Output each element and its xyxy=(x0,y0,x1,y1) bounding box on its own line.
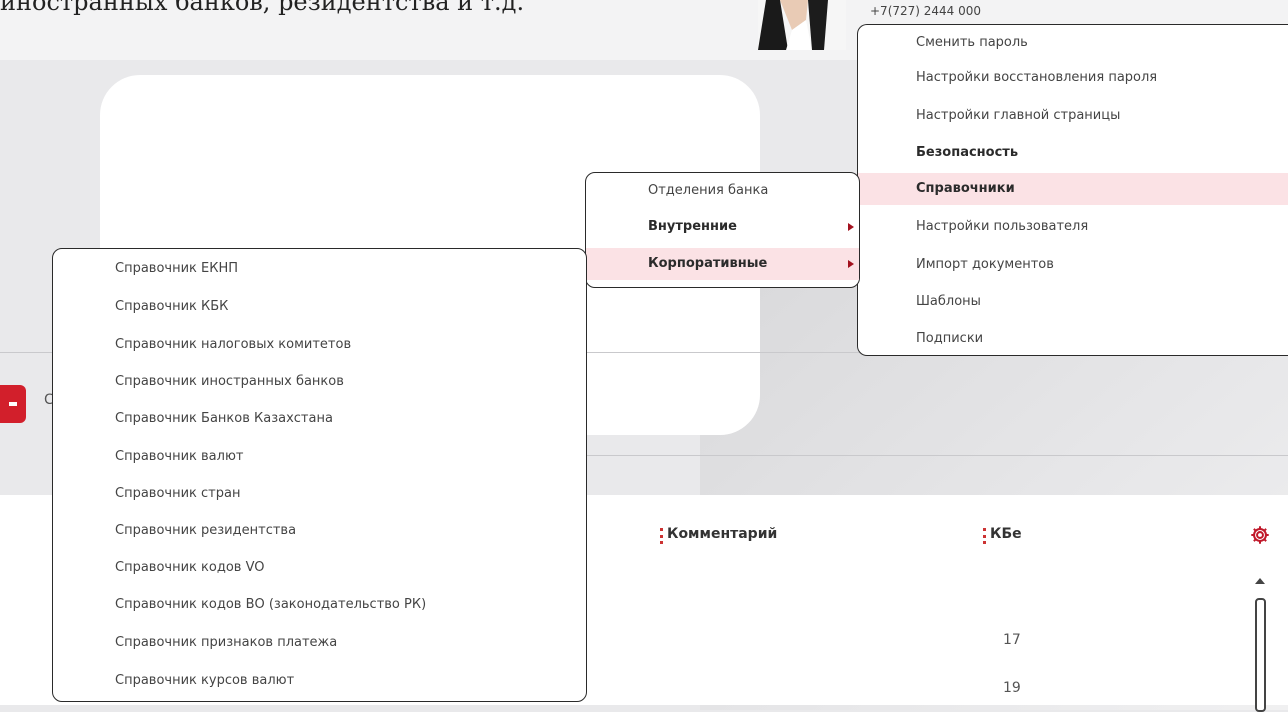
plus-icon xyxy=(9,402,17,406)
directory-item[interactable]: Справочник иностранных банков xyxy=(53,366,586,398)
submenu-item-label: Отделения банка xyxy=(648,183,769,198)
create-button[interactable] xyxy=(0,385,26,423)
menu-item-directories[interactable]: Справочники xyxy=(858,173,1288,205)
submenu-item-label: Корпоративные xyxy=(648,256,768,271)
menu-item-label: Сменить пароль xyxy=(916,35,1028,50)
menu-item-label: Настройки пользователя xyxy=(916,219,1089,234)
gear-icon[interactable] xyxy=(1249,524,1271,546)
directory-item[interactable]: Справочник налоговых комитетов xyxy=(53,329,586,361)
directory-item[interactable]: Справочник резидентства xyxy=(53,515,586,547)
directory-item-label: Справочник ЕКНП xyxy=(115,261,239,276)
menu-item-security[interactable]: Безопасность xyxy=(858,137,1288,169)
submenu-item-corporate[interactable]: Корпоративные xyxy=(586,248,859,280)
directory-item[interactable]: Справочник стран xyxy=(53,478,586,510)
menu-item-label: Подписки xyxy=(916,331,984,346)
directory-item[interactable]: Справочник кодов ВО (законодательство РК… xyxy=(53,589,586,621)
directory-item-label: Справочник кодов ВО (законодательство РК… xyxy=(115,597,427,612)
directory-item[interactable]: Справочник КБК xyxy=(53,291,586,323)
directory-item-label: Справочник стран xyxy=(115,486,241,501)
user-menu: Сменить пароль Настройки восстановления … xyxy=(857,24,1288,356)
menu-item-templates[interactable]: Шаблоны xyxy=(858,286,1288,318)
directory-item-label: Справочник налоговых комитетов xyxy=(115,337,352,352)
directory-item-label: Справочник КБК xyxy=(115,299,229,314)
table-cell-kbe: 17 xyxy=(1003,632,1021,648)
directory-item-label: Справочник кодов VO xyxy=(115,560,265,575)
directories-submenu: Отделения банка Внутренние Корпоративные xyxy=(585,172,860,288)
menu-item-label: Справочники xyxy=(916,181,1015,196)
directory-item[interactable]: Справочник кодов VO xyxy=(53,552,586,584)
corporate-directories-submenu: Справочник ЕКНП Справочник КБК Справочни… xyxy=(52,248,587,702)
directory-item-label: Справочник валют xyxy=(115,449,244,464)
menu-item-user-settings[interactable]: Настройки пользователя xyxy=(858,211,1288,243)
menu-item-subscriptions[interactable]: Подписки xyxy=(858,323,1288,355)
menu-item-import-documents[interactable]: Импорт документов xyxy=(858,249,1288,281)
submenu-item-internal[interactable]: Внутренние xyxy=(586,211,859,243)
directory-item-label: Справочник иностранных банков xyxy=(115,374,344,389)
menu-item-home-settings[interactable]: Настройки главной страницы xyxy=(858,100,1288,132)
menu-item-label: Шаблоны xyxy=(916,294,981,309)
column-resize-handle[interactable] xyxy=(660,528,666,544)
scroll-up-icon[interactable] xyxy=(1255,578,1265,584)
column-header-comment[interactable]: Комментарий xyxy=(667,526,777,542)
directory-item-label: Справочник признаков платежа xyxy=(115,635,338,650)
menu-item-label: Импорт документов xyxy=(916,257,1054,272)
menu-item-change-password[interactable]: Сменить пароль xyxy=(858,27,1288,59)
directory-item-label: Справочник Банков Казахстана xyxy=(115,411,333,426)
menu-item-label: Безопасность xyxy=(916,145,1019,160)
divider xyxy=(585,455,1288,456)
chevron-right-icon xyxy=(848,223,854,231)
directory-item[interactable]: Справочник валют xyxy=(53,441,586,473)
scrollbar-thumb[interactable] xyxy=(1255,598,1266,712)
avatar[interactable] xyxy=(758,0,846,50)
column-resize-handle[interactable] xyxy=(983,528,989,544)
directory-item[interactable]: Справочник Банков Казахстана xyxy=(53,403,586,435)
menu-item-password-recovery[interactable]: Настройки восстановления пароля xyxy=(858,62,1288,94)
column-header-kbe[interactable]: КБе xyxy=(990,526,1022,542)
directory-item[interactable]: Справочник признаков платежа xyxy=(53,627,586,659)
directory-item-label: Справочник курсов валют xyxy=(115,673,295,688)
submenu-item-bank-branches[interactable]: Отделения банка xyxy=(586,175,859,207)
page-description: иностранных банков, резидентства и т.д. xyxy=(0,0,525,16)
submenu-item-label: Внутренние xyxy=(648,219,737,234)
header-phone: +7(727) 2444 000 xyxy=(870,4,982,18)
chevron-right-icon xyxy=(848,260,854,268)
directory-item-label: Справочник резидентства xyxy=(115,523,297,538)
menu-item-label: Настройки восстановления пароля xyxy=(916,70,1158,85)
directory-item[interactable]: Справочник ЕКНП xyxy=(53,253,586,285)
menu-item-label: Настройки главной страницы xyxy=(916,108,1121,123)
table-cell-kbe: 19 xyxy=(1003,680,1021,696)
directory-item[interactable]: Справочник курсов валют xyxy=(53,665,586,697)
